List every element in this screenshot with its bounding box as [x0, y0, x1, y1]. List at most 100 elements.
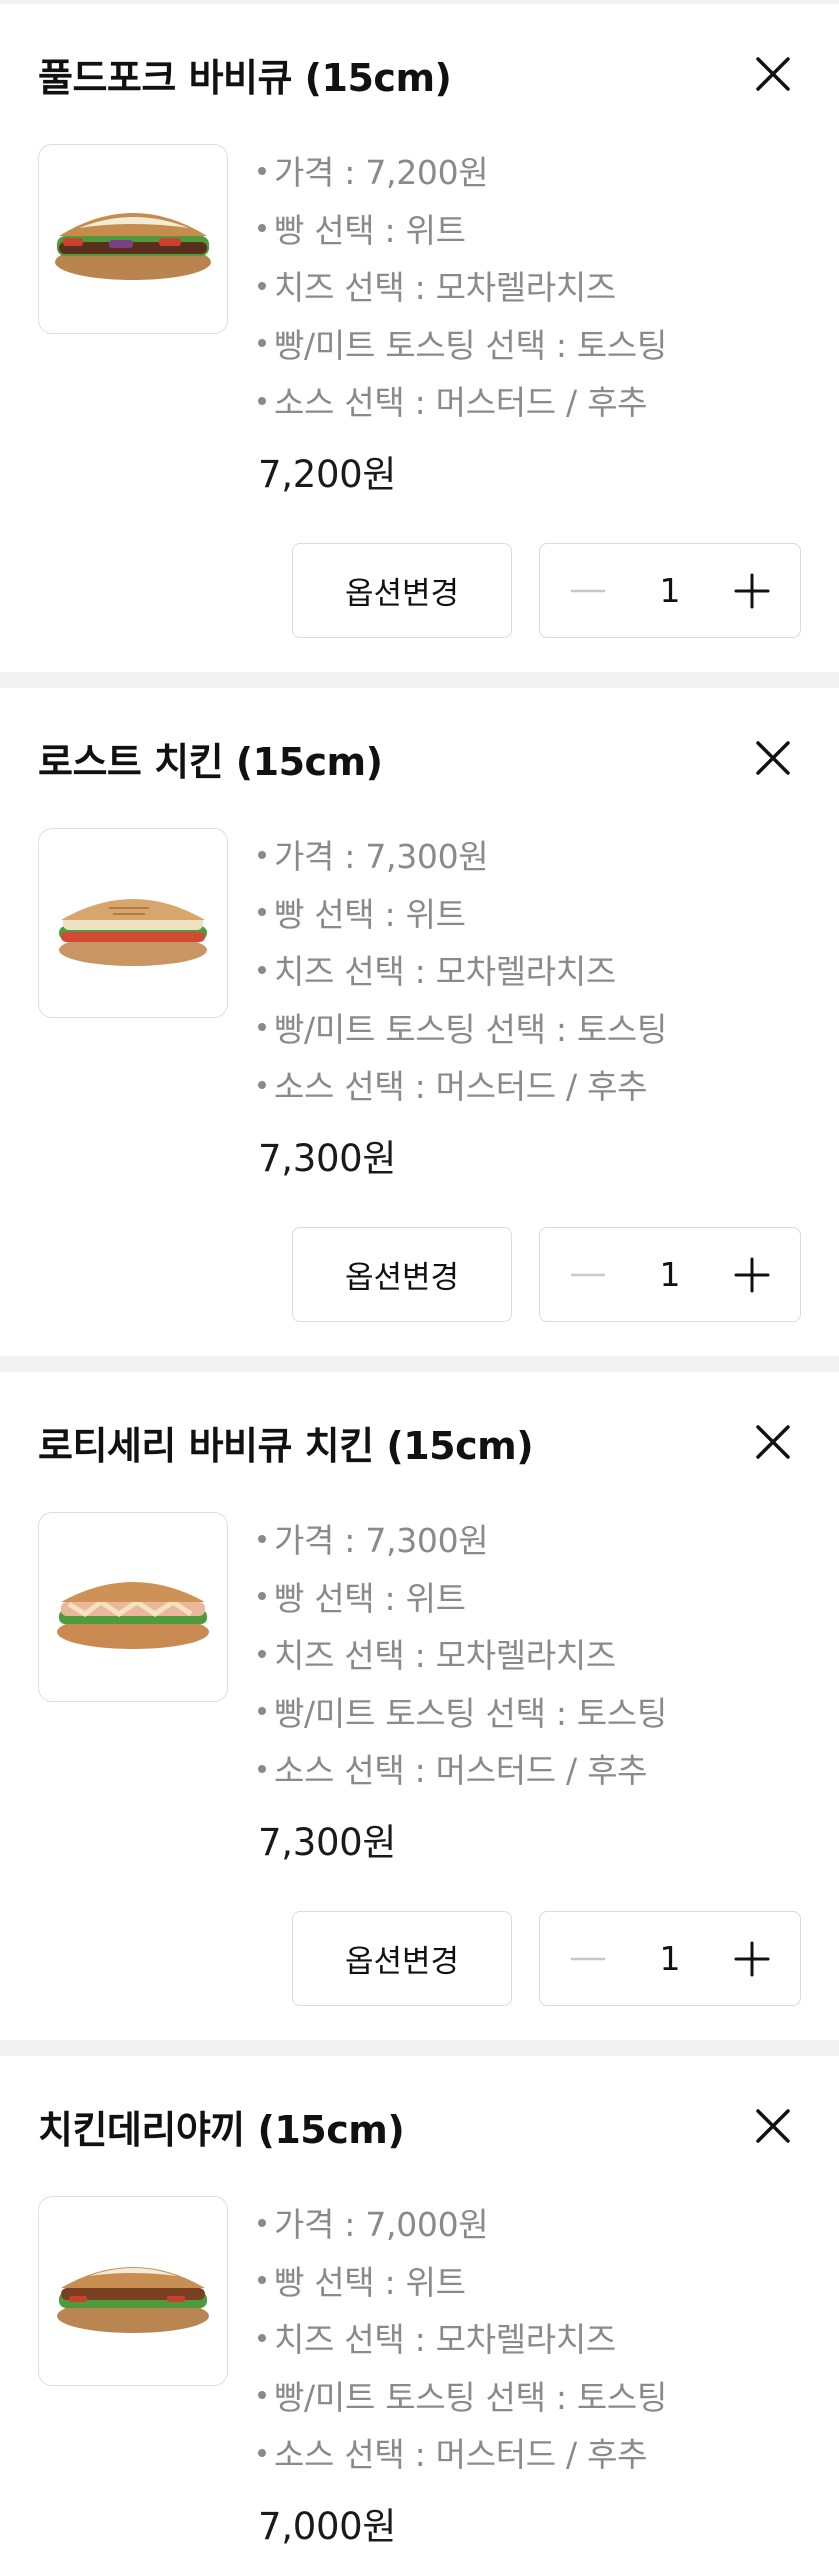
quantity-value: 1: [659, 1255, 681, 1294]
bullet-icon: [258, 2333, 266, 2342]
bullet-icon: [258, 1764, 266, 1773]
option-text: 소스 선택 : 머스터드 / 후추: [274, 2435, 648, 2474]
product-image: [38, 828, 228, 1018]
item-body: 가격 : 7,300원 빵 선택 : 위트 치즈 선택 : 모차렐라치즈 빵/미…: [38, 828, 801, 1184]
option-line: 빵/미트 토스팅 선택 : 토스팅: [258, 1001, 667, 1059]
option-text: 가격 : 7,200원: [274, 153, 489, 192]
cart-item: 로스트 치킨 (15cm) 가격 : 7,300원 빵 선택 : 위트 치즈 선…: [0, 688, 839, 1356]
item-title: 풀드포크 바비큐 (15cm): [38, 55, 452, 100]
sandwich-image: [57, 2267, 209, 2333]
item-header: 치킨데리야끼 (15cm): [38, 2056, 801, 2196]
bullet-icon: [258, 281, 266, 290]
decrease-quantity-button[interactable]: [560, 1931, 616, 1987]
item-body: 가격 : 7,000원 빵 선택 : 위트 치즈 선택 : 모차렐라치즈 빵/미…: [38, 2196, 801, 2552]
option-line: 소스 선택 : 머스터드 / 후추: [258, 2426, 667, 2484]
close-icon: [756, 57, 790, 91]
option-text: 빵/미트 토스팅 선택 : 토스팅: [274, 325, 668, 365]
option-text: 소스 선택 : 머스터드 / 후추: [274, 1751, 648, 1790]
cart-item: 치킨데리야끼 (15cm) 가격 : 7,000원 빵 선택 : 위트 치즈 선…: [0, 2056, 839, 2557]
increase-quantity-button[interactable]: [724, 1931, 780, 1987]
item-details: 가격 : 7,200원 빵 선택 : 위트 치즈 선택 : 모차렐라치즈 빵/미…: [258, 144, 667, 500]
item-details: 가격 : 7,000원 빵 선택 : 위트 치즈 선택 : 모차렐라치즈 빵/미…: [258, 2196, 667, 2552]
minus-icon: [570, 1273, 606, 1276]
close-icon: [756, 2109, 790, 2143]
option-line: 빵/미트 토스팅 선택 : 토스팅: [258, 317, 667, 375]
minus-icon: [570, 589, 606, 592]
remove-item-button[interactable]: [745, 2098, 801, 2154]
quantity-value: 1: [659, 571, 681, 610]
bullet-icon: [258, 1080, 266, 1089]
item-price: 7,300원: [258, 1136, 397, 1180]
item-details: 가격 : 7,300원 빵 선택 : 위트 치즈 선택 : 모차렐라치즈 빵/미…: [258, 828, 667, 1184]
cart-item: 로티세리 바비큐 치킨 (15cm) 가격 : 7,300원 빵 선택 : 위트…: [0, 1372, 839, 2040]
item-actions: 옵션변경 1: [292, 1227, 801, 1322]
bullet-icon: [258, 1649, 266, 1658]
option-text: 빵 선택 : 위트: [274, 894, 466, 934]
item-body: 가격 : 7,200원 빵 선택 : 위트 치즈 선택 : 모차렐라치즈 빵/미…: [38, 144, 801, 500]
bullet-icon: [258, 908, 266, 916]
remove-item-button[interactable]: [745, 1414, 801, 1470]
change-options-button[interactable]: 옵션변경: [292, 1227, 512, 1322]
option-text: 치즈 선택 : 모차렐라치즈: [274, 952, 616, 991]
option-line: 빵/미트 토스팅 선택 : 토스팅: [258, 1685, 667, 1743]
item-price: 7,300원: [258, 1820, 397, 1864]
item-header: 풀드포크 바비큐 (15cm): [38, 4, 801, 144]
bullet-icon: [258, 2218, 266, 2227]
cart-item-list: 풀드포크 바비큐 (15cm) 가격 : 7,200원 빵 선택: 위트 치즈…: [0, 0, 839, 2557]
option-line: 치즈 선택 : 모차렐라치즈: [258, 259, 667, 317]
bullet-icon: [258, 1707, 266, 1715]
bullet-icon: [258, 339, 266, 347]
bullet-icon: [258, 1534, 266, 1543]
option-line: 치즈 선택 : 모차렐라치즈: [258, 2311, 667, 2369]
item-title: 로티세리 바비큐 치킨 (15cm): [38, 1423, 534, 1468]
decrease-quantity-button[interactable]: [560, 1247, 616, 1303]
option-line: 빵 선택 : 위트: [258, 886, 667, 944]
bullet-icon: [258, 2448, 266, 2457]
plus-icon: [734, 1257, 770, 1292]
option-line: 소스 선택 : 머스터드 / 후추: [258, 1058, 667, 1116]
bullet-icon: [258, 224, 266, 232]
change-options-button[interactable]: 옵션변경: [292, 1911, 512, 2006]
bullet-icon: [258, 1592, 266, 1600]
option-text: 가격 : 7,000원: [274, 2205, 489, 2244]
bullet-icon: [258, 2276, 266, 2284]
option-line: 빵 선택 : 위트: [258, 1570, 667, 1628]
product-image: [38, 144, 228, 334]
bullet-icon: [258, 965, 266, 974]
option-line: 가격 : 7,200원: [258, 144, 667, 202]
bullet-icon: [258, 166, 266, 175]
option-text: 빵/미트 토스팅 선택 : 토스팅: [274, 1009, 668, 1049]
item-price: 7,000원: [258, 2504, 397, 2548]
item-header: 로스트 치킨 (15cm): [38, 688, 801, 828]
option-line: 소스 선택 : 머스터드 / 후추: [258, 1742, 667, 1800]
option-line: 치즈 선택 : 모차렐라치즈: [258, 943, 667, 1001]
option-text: 소스 선택 : 머스터드 / 후추: [274, 383, 648, 422]
close-icon: [756, 741, 790, 775]
decrease-quantity-button[interactable]: [560, 563, 616, 619]
option-line: 치즈 선택 : 모차렐라치즈: [258, 1627, 667, 1685]
quantity-stepper: 1: [539, 1227, 801, 1322]
item-title: 로스트 치킨 (15cm): [38, 739, 383, 784]
remove-item-button[interactable]: [745, 730, 801, 786]
option-text: 빵/미트 토스팅 선택 : 토스팅: [274, 2377, 668, 2417]
item-actions: 옵션변경 1: [292, 543, 801, 638]
plus-icon: [734, 573, 770, 608]
sandwich-image: [55, 213, 211, 280]
option-text: 가격 : 7,300원: [274, 837, 489, 876]
item-price: 7,200원: [258, 452, 397, 496]
quantity-stepper: 1: [539, 1911, 801, 2006]
increase-quantity-button[interactable]: [724, 1247, 780, 1303]
option-text: 소스 선택 : 머스터드 / 후추: [274, 1067, 648, 1106]
change-options-button[interactable]: 옵션변경: [292, 543, 512, 638]
item-title: 치킨데리야끼 (15cm): [38, 2107, 405, 2152]
item-header: 로티세리 바비큐 치킨 (15cm): [38, 1372, 801, 1512]
product-image: [38, 1512, 228, 1702]
item-actions: 옵션변경 1: [292, 1911, 801, 2006]
plus-icon: [734, 1941, 770, 1976]
remove-item-button[interactable]: [745, 46, 801, 102]
item-body: 가격 : 7,300원 빵 선택 : 위트 치즈 선택 : 모차렐라치즈 빵/미…: [38, 1512, 801, 1868]
increase-quantity-button[interactable]: [724, 563, 780, 619]
quantity-value: 1: [659, 1939, 681, 1978]
sandwich-image: [57, 1582, 209, 1649]
option-line: 소스 선택 : 머스터드 / 후추: [258, 374, 667, 432]
